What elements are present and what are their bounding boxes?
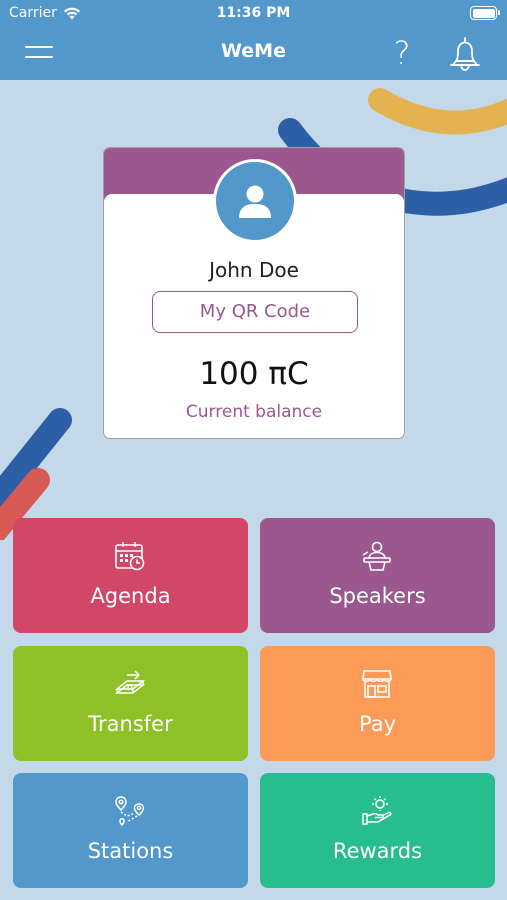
nav-bar: WeMe ? (0, 28, 507, 80)
speakers-label: Speakers (329, 584, 426, 608)
rewards-label: Rewards (332, 839, 423, 863)
agenda-tile[interactable]: Agenda (13, 518, 248, 633)
rewards-tile[interactable]: Rewards (260, 773, 495, 888)
bell-icon (450, 37, 480, 71)
calendar-icon (115, 542, 145, 571)
status-bar: Carrier 11:36 PM (0, 0, 507, 28)
profile-card: John Doe My QR Code 100 πC Current balan… (103, 147, 405, 439)
transfer-label: Transfer (88, 712, 173, 736)
balance-value: 100 πC (199, 356, 309, 392)
status-time: 11:36 PM (216, 5, 291, 21)
user-name: John Doe (209, 258, 299, 282)
balance-label: Current balance (185, 402, 323, 422)
agenda-label: Agenda (90, 584, 171, 608)
avatar[interactable] (213, 159, 297, 243)
hand-reward-icon (362, 796, 392, 825)
stations-tile[interactable]: Stations (13, 773, 248, 888)
help-button[interactable]: ? (386, 34, 418, 72)
pay-tile[interactable]: Pay (260, 646, 495, 761)
money-transfer-icon (114, 670, 146, 694)
map-route-icon (115, 796, 145, 827)
battery-icon (470, 6, 500, 20)
app-title: WeMe (221, 40, 286, 62)
speakers-tile[interactable]: Speakers (260, 518, 495, 633)
stations-label: Stations (87, 839, 174, 863)
speaker-podium-icon (362, 541, 391, 571)
notifications-button[interactable] (448, 35, 482, 73)
my-qr-code-button[interactable]: My QR Code (152, 291, 358, 333)
pay-label: Pay (358, 712, 397, 736)
transfer-tile[interactable]: Transfer (13, 646, 248, 761)
user-icon (239, 185, 271, 218)
store-icon (362, 670, 392, 698)
